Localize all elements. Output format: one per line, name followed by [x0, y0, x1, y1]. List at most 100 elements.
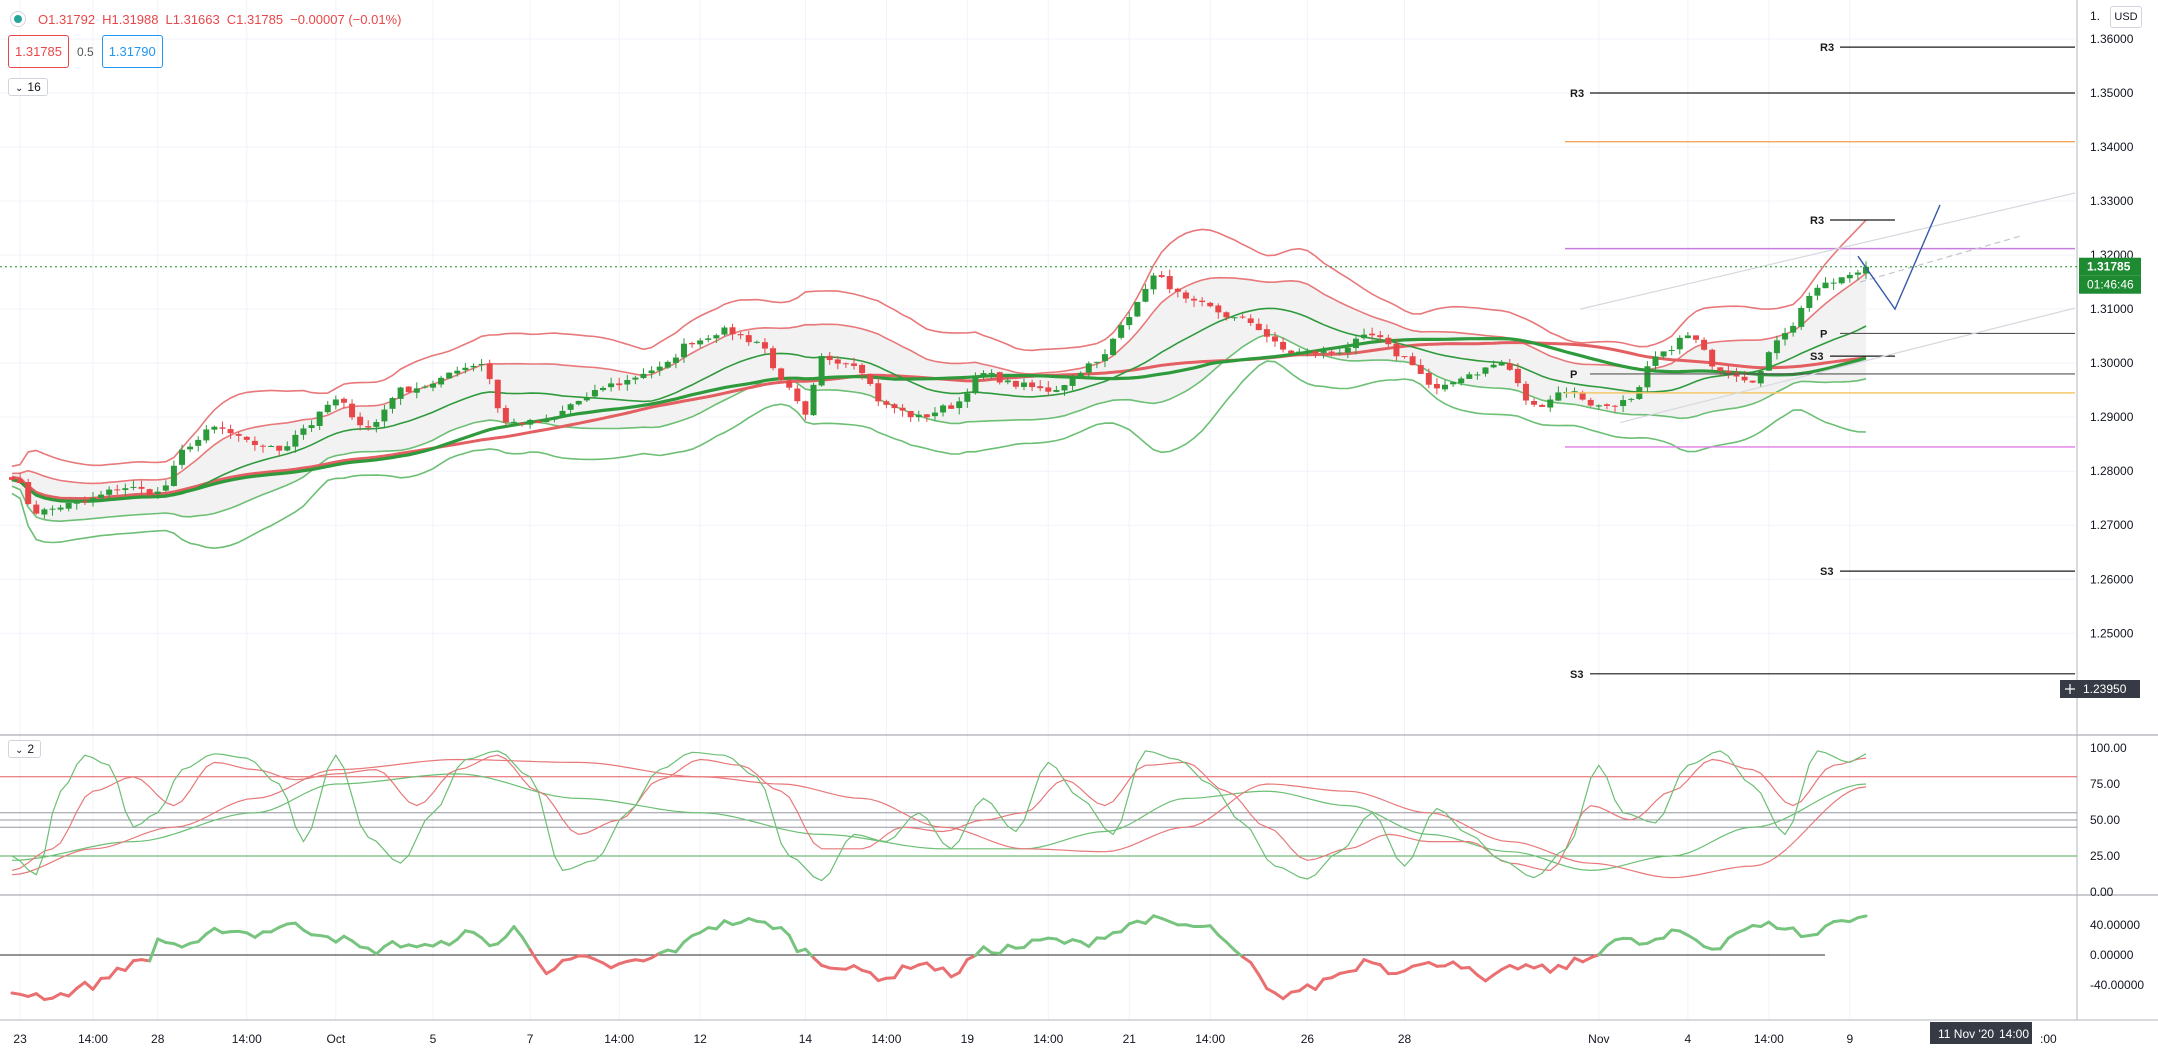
- candle-body: [381, 409, 388, 422]
- candle-body: [656, 366, 663, 371]
- momentum-segment: [925, 961, 937, 972]
- candle-body: [316, 411, 323, 426]
- momentum-segment: [83, 980, 95, 991]
- momentum-segment: [1208, 924, 1220, 937]
- candle-body: [1482, 367, 1489, 374]
- candle-body: [146, 489, 153, 495]
- trading-chart[interactable]: R3 R3 R3 P S3 P S3 S3 1.36000 1.35000 1.34000 1.330…: [0, 0, 2158, 1050]
- time-tick-label: 12: [693, 1032, 707, 1046]
- momentum-segment: [1297, 983, 1309, 993]
- oscillator-legend-toggle[interactable]: ⌄ 2: [8, 740, 42, 758]
- price-tick-label: 1.31000: [2090, 302, 2134, 316]
- candle-body: [640, 373, 647, 379]
- candle-body: [446, 372, 453, 379]
- indicators-legend-toggle[interactable]: ⌄ 16: [8, 78, 48, 96]
- close-value: C1.31785: [226, 11, 284, 27]
- momentum-segment: [941, 966, 953, 979]
- candle-body: [624, 379, 631, 385]
- candle-body: [1539, 404, 1546, 407]
- candle-body: [1506, 363, 1513, 370]
- candle-body: [834, 359, 841, 364]
- candle-body: [567, 404, 574, 410]
- candle-body: [1701, 339, 1708, 350]
- candle-body: [559, 410, 566, 418]
- time-tick-label: 26: [1301, 1032, 1315, 1046]
- candle-body: [357, 416, 364, 426]
- candle-body: [1741, 376, 1748, 381]
- time-tick-label: 14:00: [604, 1032, 634, 1046]
- candle-body: [73, 501, 80, 504]
- candle-body: [1247, 318, 1254, 323]
- candle-body: [980, 373, 987, 377]
- candle-body: [33, 504, 40, 514]
- candle-body: [786, 380, 793, 388]
- candle-body: [697, 340, 704, 345]
- time-tick-label: 14:00: [1033, 1032, 1063, 1046]
- momentum-segment: [1233, 948, 1245, 959]
- candle-body: [41, 509, 48, 515]
- candle-body: [1822, 282, 1829, 289]
- candle-body: [680, 343, 687, 358]
- candle-body: [486, 363, 493, 380]
- candle-body: [794, 388, 801, 402]
- crosshair-price-label: 1.23950: [2083, 682, 2127, 696]
- candle-body: [1854, 272, 1861, 275]
- candle-body: [1304, 350, 1311, 353]
- time-cursor-time: 14:00: [1999, 1027, 2029, 1041]
- momentum-segment: [1694, 938, 1706, 949]
- momentum-segment: [1257, 973, 1269, 991]
- price-tick-label: 1.26000: [2090, 572, 2134, 586]
- candle-body: [349, 403, 356, 418]
- candle-body: [988, 372, 995, 375]
- candle-body: [1118, 325, 1125, 338]
- currency-button[interactable]: USD: [2110, 6, 2142, 28]
- candle-body: [1093, 361, 1100, 363]
- candle-body: [251, 440, 258, 446]
- candle-body: [1571, 391, 1578, 393]
- momentum-segment: [1119, 922, 1131, 934]
- quote-buttons: 1.31785 0.5 1.31790: [8, 35, 163, 68]
- candle-body: [1725, 370, 1732, 373]
- candle-body: [1838, 277, 1845, 284]
- momentum-segment: [1548, 963, 1560, 974]
- candle-body: [1773, 340, 1780, 354]
- buy-button[interactable]: 1.31790: [101, 35, 163, 68]
- momentum-segment: [528, 948, 540, 964]
- candle-body: [1021, 382, 1028, 387]
- candle-body: [1101, 354, 1108, 361]
- time-tick-label: 14:00: [232, 1032, 262, 1046]
- time-cursor-date: 11 Nov '20: [1938, 1027, 1994, 1041]
- candle-body: [1652, 356, 1659, 366]
- candle-body: [478, 364, 485, 366]
- candle-body: [57, 507, 64, 510]
- candle-body: [915, 414, 922, 418]
- candle-body: [1182, 292, 1189, 299]
- sell-button[interactable]: 1.31785: [8, 35, 69, 68]
- momentum-segment: [674, 940, 686, 954]
- pivot-levels: R3 R3 R3 P S3 P S3 S3: [1570, 42, 2075, 681]
- candle-body: [1490, 364, 1497, 368]
- time-tick-label: 14:00: [78, 1032, 108, 1046]
- candle-body: [996, 372, 1003, 383]
- candle-body: [114, 489, 121, 491]
- momentum-segment: [148, 937, 160, 963]
- oscillator-indicators-count: 2: [27, 742, 35, 756]
- momentum-tick-label: 40.00000: [2090, 918, 2140, 932]
- candle-body: [931, 412, 938, 417]
- candle-body: [1053, 389, 1060, 392]
- candle-body: [802, 401, 809, 415]
- candle-body: [1069, 376, 1076, 386]
- momentum-segment: [1483, 973, 1496, 983]
- candle-body: [608, 383, 615, 388]
- candle-body: [616, 383, 623, 386]
- candle-body: [195, 439, 202, 446]
- candle-body: [818, 356, 825, 386]
- candle-body: [1126, 317, 1133, 326]
- candle-body: [389, 398, 396, 409]
- candle-body: [737, 334, 744, 336]
- candle-body: [632, 377, 639, 380]
- momentum-tick-label: 0.00000: [2090, 948, 2134, 962]
- candle-body: [867, 374, 874, 385]
- candle-body: [1199, 300, 1206, 302]
- candle-body: [89, 498, 96, 502]
